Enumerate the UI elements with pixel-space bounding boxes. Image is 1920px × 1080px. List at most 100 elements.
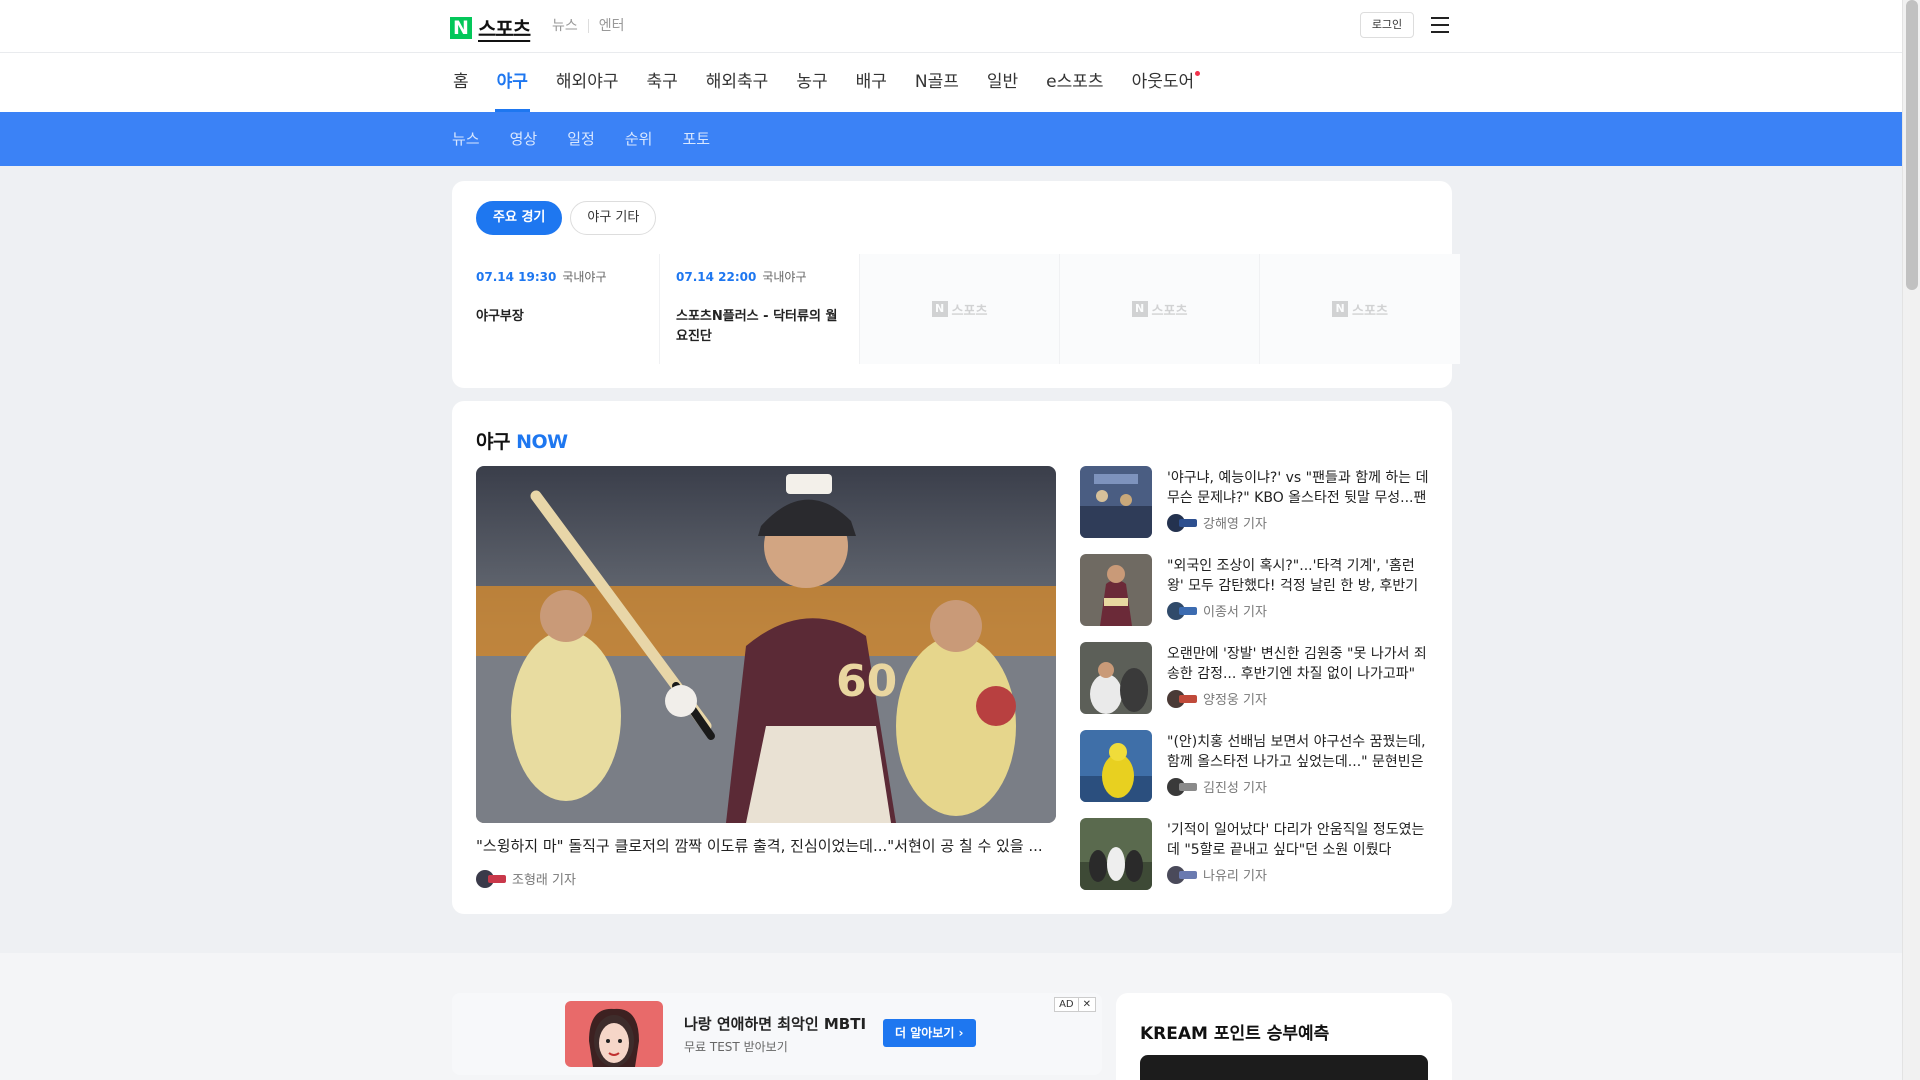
- game-placeholder: N 스포츠: [860, 254, 1060, 364]
- list-item[interactable]: "외국인 조상이 혹시?"...'타격 기계', '홈런왕' 모두 감탄했다! …: [1080, 554, 1430, 642]
- cat-overseas-baseball[interactable]: 해외야구: [556, 53, 619, 112]
- subnav-ranking[interactable]: 순위: [625, 112, 653, 166]
- article-list: '야구냐, 예능이냐?' vs "팬들과 함께 하는 데 무슨 문제냐?" KB…: [1080, 466, 1430, 906]
- baseball-now-card: 야구 NOW 60 "스윙하지 마" 돌직구 클로저의 깜짝 이도류 출격, 진…: [452, 401, 1452, 914]
- article-byline: 강해영 기자: [1167, 513, 1430, 532]
- game-time: 07.14 22:00: [676, 270, 757, 284]
- top-link-entertainment[interactable]: 엔터: [587, 19, 635, 33]
- reporter-name: 강해영 기자: [1203, 517, 1267, 532]
- article-title: 오랜만에 '장발' 변신한 김원중 "못 나가서 죄송한 감정... 후반기엔 …: [1167, 646, 1427, 682]
- login-button[interactable]: 로그인: [1360, 12, 1414, 38]
- reporter-name: 양정웅 기자: [1203, 693, 1267, 708]
- cat-esports[interactable]: e스포츠: [1046, 53, 1103, 112]
- cat-general[interactable]: 일반: [987, 53, 1018, 112]
- game-time: 07.14 19:30: [476, 270, 557, 284]
- article-title: '기적이 일어났다' 다리가 안움직일 정도였는데 "5할로 끝내고 싶다"던 …: [1167, 822, 1425, 858]
- tab-baseball-etc[interactable]: 야구 기타: [570, 201, 657, 235]
- game-category: 국내야구: [762, 270, 807, 284]
- article-byline: 양정웅 기자: [1167, 689, 1430, 708]
- article-thumbnail: [1080, 466, 1152, 538]
- press-logo-icon: [1167, 601, 1197, 620]
- ad-illustration: [565, 1001, 663, 1067]
- game-title: 야구부장: [476, 309, 524, 324]
- article-title: "외국인 조상이 혹시?"...'타격 기계', '홈런왕' 모두 감탄했다! …: [1167, 558, 1419, 594]
- games-tabs: 주요 경기 야구 기타: [476, 201, 664, 235]
- hero-image[interactable]: 60: [476, 466, 1056, 823]
- subnav-video[interactable]: 영상: [510, 112, 538, 166]
- ad-label: AD: [1059, 999, 1074, 1010]
- press-logo-icon: [1167, 689, 1197, 708]
- cat-baseball[interactable]: 야구: [494, 53, 531, 112]
- article-byline: 김진성 기자: [1167, 777, 1430, 796]
- subnav-schedule[interactable]: 일정: [567, 112, 595, 166]
- article-byline: 나유리 기자: [1167, 865, 1430, 884]
- kream-image[interactable]: [1140, 1055, 1428, 1080]
- hero-caption[interactable]: "스윙하지 마" 돌직구 클로저의 깜짝 이도류 출격, 진심이었는데..."서…: [476, 835, 1056, 856]
- tab-main-games[interactable]: 주요 경기: [476, 201, 563, 235]
- game-item[interactable]: 07.14 19:30 국내야구 야구부장: [460, 254, 660, 364]
- ad-learn-more-button[interactable]: 더 알아보기 ›: [883, 1019, 976, 1047]
- game-item[interactable]: 07.14 22:00 국내야구 스포츠N플러스 - 닥터류의 월요진단: [660, 254, 860, 364]
- article-thumbnail: [1080, 818, 1152, 890]
- subnav-photo[interactable]: 포토: [682, 112, 710, 166]
- ad-badge: AD ✕: [1054, 997, 1096, 1012]
- hamburger-menu-icon[interactable]: [1431, 17, 1449, 33]
- section-title-prefix: 야구: [476, 431, 510, 453]
- press-logo-icon: [476, 869, 506, 888]
- article-thumbnail: [1080, 730, 1152, 802]
- cat-golf[interactable]: N골프: [915, 53, 959, 112]
- ad-title: 나랑 연애하면 최악인 MBTI: [684, 1015, 867, 1033]
- game-title: 스포츠N플러스 - 닥터류의 월요진단: [676, 309, 838, 344]
- cat-outdoor-label: 아웃도어: [1131, 72, 1195, 92]
- reporter-name: 김진성 기자: [1203, 781, 1267, 796]
- reporter-name: 나유리 기자: [1203, 869, 1267, 884]
- game-placeholder: N 스포츠: [1060, 254, 1260, 364]
- ad-close-icon[interactable]: ✕: [1077, 998, 1095, 1011]
- page-scrollbar[interactable]: [1902, 0, 1920, 1080]
- ad-banner[interactable]: 나랑 연애하면 최악인 MBTI 무료 TEST 받아보기 더 알아보기 › A…: [452, 993, 1102, 1075]
- press-logo-icon: [1167, 777, 1197, 796]
- svg-text:60: 60: [836, 656, 897, 707]
- hero-byline: 조형래 기자: [476, 869, 576, 888]
- subnav-news[interactable]: 뉴스: [452, 112, 480, 166]
- list-item[interactable]: '야구냐, 예능이냐?' vs "팬들과 함께 하는 데 무슨 문제냐?" KB…: [1080, 466, 1430, 554]
- article-byline: 이종서 기자: [1167, 601, 1430, 620]
- press-logo-icon: [1167, 865, 1197, 884]
- section-title: 야구 NOW: [476, 427, 568, 454]
- article-thumbnail: [1080, 554, 1152, 626]
- cat-outdoor[interactable]: 아웃도어: [1131, 53, 1201, 112]
- sports-logo-placeholder: N 스포츠: [931, 300, 987, 319]
- scrollbar-thumb[interactable]: [1906, 0, 1918, 290]
- naver-sports-logo[interactable]: N 스포츠: [450, 13, 531, 42]
- kream-title: KREAM 포인트 승부예측: [1140, 1024, 1330, 1044]
- cat-soccer[interactable]: 축구: [646, 53, 677, 112]
- logo-text: 스포츠: [478, 17, 531, 41]
- game-category: 국내야구: [562, 270, 607, 284]
- new-dot-icon: [1195, 71, 1201, 76]
- article-title: "(안)치홍 선배님 보면서 야구선수 꿈꿨는데, 함께 올스타전 나가고 싶었…: [1167, 734, 1426, 770]
- cat-basketball[interactable]: 농구: [796, 53, 827, 112]
- category-nav: 홈 야구 해외야구 축구 해외축구 농구 배구 N골프 일반 e스포츠 아웃도어: [0, 53, 1902, 112]
- featured-games-card: 주요 경기 야구 기타 07.14 19:30 국내야구 야구부장 07.14 2…: [452, 181, 1460, 388]
- sports-logo-placeholder: N 스포츠: [1332, 300, 1388, 319]
- reporter-name: 조형래 기자: [512, 873, 576, 888]
- ad-subtitle: 무료 TEST 받아보기: [684, 1040, 788, 1054]
- article-thumbnail: [1080, 642, 1152, 714]
- section-title-accent: NOW: [516, 431, 568, 453]
- sub-nav: 뉴스 영상 일정 순위 포토: [0, 112, 1902, 166]
- article-title: '야구냐, 예능이냐?' vs "팬들과 함께 하는 데 무슨 문제냐?" KB…: [1167, 470, 1429, 506]
- press-logo-icon: [1167, 513, 1197, 532]
- list-item[interactable]: "(안)치홍 선배님 보면서 야구선수 꿈꿨는데, 함께 올스타전 나가고 싶었…: [1080, 730, 1430, 818]
- list-item[interactable]: '기적이 일어났다' 다리가 안움직일 정도였는데 "5할로 끝내고 싶다"던 …: [1080, 818, 1430, 906]
- list-item[interactable]: 오랜만에 '장발' 변신한 김원중 "못 나가서 죄송한 감정... 후반기엔 …: [1080, 642, 1430, 730]
- top-header: N 스포츠 뉴스 엔터 로그인: [0, 0, 1902, 53]
- game-placeholder: N 스포츠: [1260, 254, 1460, 364]
- top-link-news[interactable]: 뉴스: [552, 19, 588, 33]
- cat-overseas-soccer[interactable]: 해외축구: [706, 53, 769, 112]
- cat-volleyball[interactable]: 배구: [856, 53, 887, 112]
- cat-home[interactable]: 홈: [453, 53, 469, 112]
- reporter-name: 이종서 기자: [1203, 605, 1267, 620]
- naver-n-icon: N: [450, 16, 472, 39]
- kream-prediction-card: KREAM 포인트 승부예측: [1116, 993, 1452, 1080]
- sports-logo-placeholder: N 스포츠: [1131, 300, 1187, 319]
